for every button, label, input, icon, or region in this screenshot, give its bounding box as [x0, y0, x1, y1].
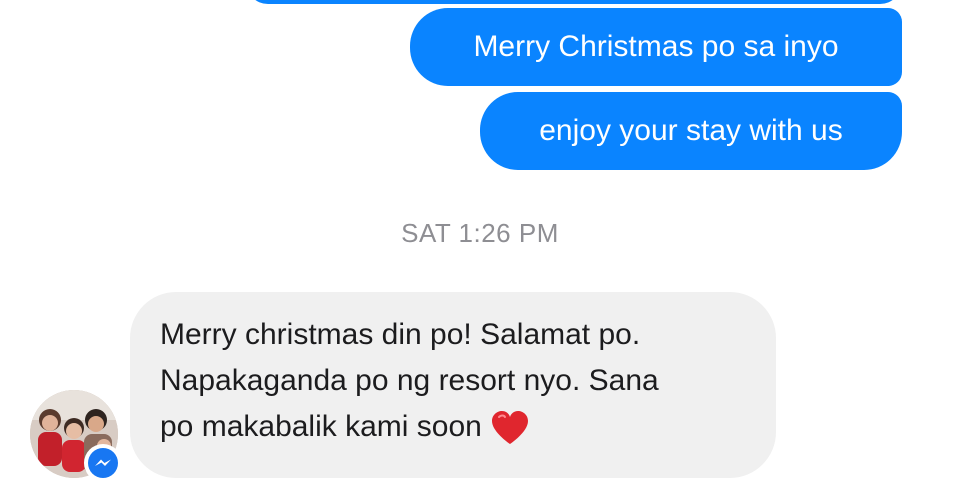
messenger-icon [84, 444, 122, 482]
outgoing-message-bubble[interactable]: enjoy your stay with us [480, 92, 902, 170]
heart-icon [491, 411, 528, 445]
outgoing-message-bubble[interactable]: Merry Christmas po sa inyo [410, 8, 902, 86]
message-text: enjoy your stay with us [539, 114, 843, 147]
message-text-fragment: po makabalik kami soon [160, 410, 482, 443]
chat-thread: Merry Christmas po sa inyo enjoy your st… [0, 0, 960, 498]
message-text-line: Napakaganda po ng resort nyo. Sana [160, 364, 659, 397]
incoming-message-bubble[interactable]: Merry christmas din po! Salamat po. Napa… [130, 292, 776, 478]
message-timestamp: SAT 1:26 PM [401, 218, 559, 248]
messenger-logo [88, 448, 118, 478]
message-text: Merry Christmas po sa inyo [473, 30, 839, 63]
message-text-line: po makabalik kami soon [160, 404, 744, 450]
outgoing-message-bubble-partial[interactable] [246, 0, 902, 4]
message-text-line: Merry christmas din po! Salamat po. [160, 318, 641, 351]
